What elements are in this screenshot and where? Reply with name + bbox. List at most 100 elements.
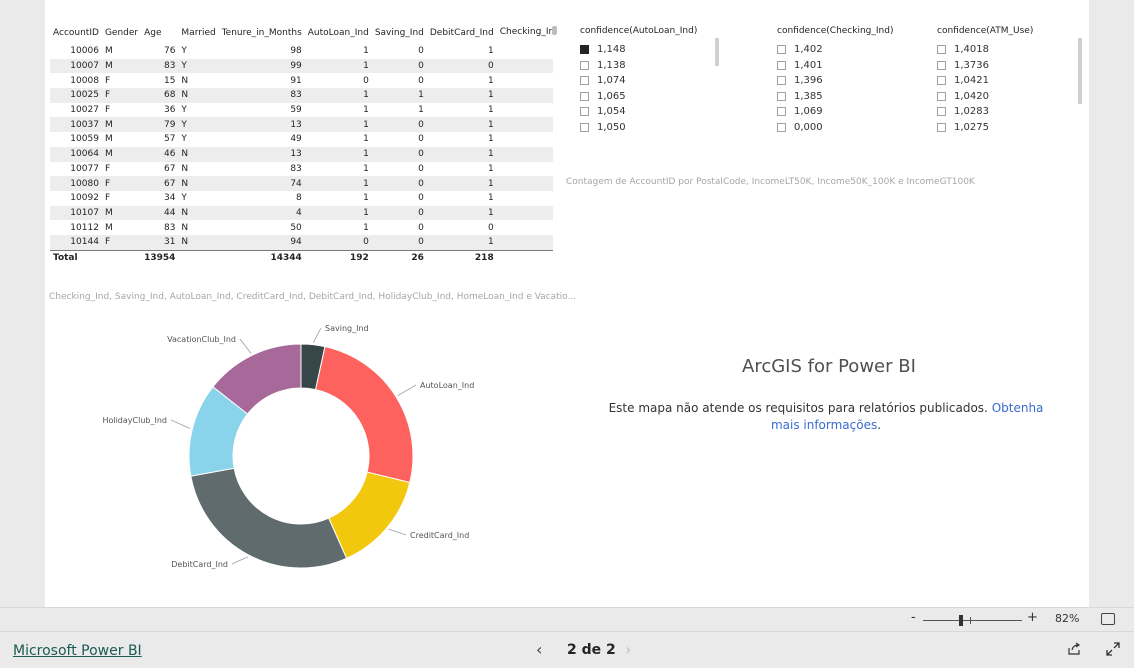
table-cell: 15 (163, 75, 176, 86)
table-cell: 57 (163, 134, 176, 145)
zoom-bar: - + 82% (0, 607, 1134, 632)
accounts-table[interactable]: AccountID Gender Age Married Tenure_in_Month… (50, 22, 553, 262)
slicer-item-label: 0,000 (794, 121, 823, 133)
slicer-autoloan-confidence[interactable]: confidence(AutoLoan_Ind) 1,148 1,138 1,074… (580, 26, 719, 135)
slicer-item[interactable]: 1,054 (580, 104, 697, 120)
slicer-item[interactable]: 1,396 (777, 73, 893, 89)
checkbox[interactable] (777, 45, 786, 55)
column-header[interactable]: Saving_Ind (372, 22, 427, 43)
slicer-scrollbar[interactable] (715, 38, 719, 66)
zoom-slider-thumb[interactable] (959, 615, 963, 626)
table-cell: 1 (304, 58, 372, 74)
checkbox[interactable] (777, 122, 786, 132)
slicer-item[interactable]: 1,0283 (937, 104, 1033, 120)
table-row[interactable]: 10077F67N831010 (50, 162, 553, 177)
column-header[interactable]: Gender (102, 22, 141, 43)
donut-chart[interactable]: Saving_Ind AutoLoan_Ind CreditCard_Ind Debi… (90, 310, 590, 610)
zoom-slider-midmark (970, 617, 971, 624)
donut-slice-debitcard-ind[interactable] (190, 467, 348, 569)
checkbox[interactable] (580, 107, 589, 117)
slicer-atm-confidence[interactable]: confidence(ATM_Use) 1,4018 1,3736 1,0421 1,… (937, 26, 1082, 135)
checkbox[interactable] (580, 122, 589, 132)
column-header[interactable]: DebitCard_Ind (427, 22, 497, 43)
table-cell: 36 (163, 105, 176, 116)
zoom-slider[interactable] (923, 620, 1022, 621)
table-row[interactable]: 10037M79Y131010 (50, 117, 553, 133)
column-header[interactable]: Tenure_in_Months (219, 22, 305, 43)
checkbox[interactable] (777, 76, 786, 86)
power-bi-link[interactable]: Microsoft Power BI (13, 643, 142, 659)
slicer-item[interactable]: 1,0421 (937, 73, 1033, 89)
table-row[interactable]: 10112M83N501000 (50, 220, 553, 235)
zoom-out-button[interactable]: - (911, 610, 916, 625)
slicer-scrollbar[interactable] (1078, 38, 1082, 104)
table-vertical-scrollbar[interactable] (552, 26, 557, 35)
checkbox[interactable] (937, 60, 946, 70)
table-row[interactable]: 10144F31N940010 (50, 234, 553, 251)
slicer-item[interactable]: 1,385 (777, 89, 893, 105)
table-row[interactable]: 10059M57Y491010 (50, 132, 553, 147)
table-cell: 0 (371, 234, 427, 251)
table-row[interactable]: 10008F15N910010 (50, 73, 553, 88)
slicer-item[interactable]: 1,138 (580, 58, 697, 74)
fullscreen-icon[interactable] (1106, 642, 1120, 656)
table-cell: 10080 (50, 176, 102, 191)
slicer-item[interactable]: 1,0420 (937, 89, 1033, 105)
column-header[interactable]: Age (141, 22, 178, 43)
slicer-item[interactable]: 1,401 (777, 58, 893, 74)
donut-leader-line (388, 528, 407, 536)
donut-slice-autoloan-ind[interactable] (314, 346, 414, 484)
checkbox[interactable] (937, 91, 946, 101)
next-page-button[interactable]: › (625, 640, 631, 659)
checkbox[interactable] (937, 76, 946, 86)
slicer-checking-confidence[interactable]: confidence(Checking_Ind) 1,402 1,401 1,396… (777, 26, 893, 134)
table-cell: Y (181, 45, 187, 56)
table-cell: 10006 (70, 45, 99, 56)
table-row[interactable]: 10107M44N41010 (50, 205, 553, 221)
column-header[interactable]: AutoLoan_Ind (305, 22, 372, 43)
slicer-item[interactable]: 1,0275 (937, 120, 1033, 135)
table-row[interactable]: 10092F34Y81010 (50, 191, 553, 206)
table-row[interactable]: 10006M76Y981010 (50, 43, 553, 59)
slicer-item[interactable]: 0,000 (777, 120, 893, 135)
table-cell: 0 (497, 73, 553, 88)
share-icon[interactable] (1067, 642, 1081, 656)
slicer-item[interactable]: 1,074 (580, 73, 697, 89)
table-cell: 0 (497, 220, 553, 235)
slicer-item[interactable]: 1,069 (777, 104, 893, 120)
slicer-item-label: 1,0283 (954, 106, 989, 118)
slicer-item[interactable]: 1,4018 (937, 42, 1033, 58)
table-cell: 4 (218, 205, 305, 221)
table-row[interactable]: 10064M46N131010 (50, 146, 553, 162)
table-row[interactable]: 10007M83Y991000 (50, 58, 553, 74)
checkbox[interactable] (580, 45, 589, 55)
checkbox[interactable] (777, 107, 786, 117)
table-cell: 1 (363, 193, 369, 204)
table-cell: F (104, 105, 111, 116)
table-cell: 1 (487, 45, 494, 56)
checkbox[interactable] (937, 107, 946, 117)
checkbox[interactable] (777, 91, 786, 101)
previous-page-button[interactable]: ‹ (536, 640, 542, 659)
fit-to-page-icon[interactable] (1101, 613, 1115, 625)
slicer-item[interactable]: 1,148 (580, 42, 697, 58)
table-row[interactable]: 10027F36Y591110 (50, 103, 553, 118)
checkbox[interactable] (580, 76, 589, 86)
table-row[interactable]: 10025F68N831110 (50, 88, 553, 103)
slicer-item[interactable]: 1,402 (777, 42, 893, 58)
checkbox[interactable] (580, 91, 589, 101)
slicer-item[interactable]: 1,065 (580, 89, 697, 105)
checkbox[interactable] (937, 45, 946, 55)
table-row[interactable]: 10080F67N741010 (50, 176, 553, 191)
slicer-item[interactable]: 1,3736 (937, 58, 1033, 74)
zoom-in-button[interactable]: + (1027, 610, 1038, 625)
checkbox[interactable] (937, 122, 946, 132)
checkbox[interactable] (777, 60, 786, 70)
column-header[interactable]: Married (178, 22, 218, 43)
table-cell: 1 (418, 105, 424, 116)
slicer-item[interactable]: 1,050 (580, 120, 697, 135)
table-cell: 1 (426, 205, 497, 221)
column-header[interactable]: AccountID (50, 22, 102, 43)
checkbox[interactable] (580, 60, 589, 70)
column-header[interactable]: Checking_Ind (497, 22, 553, 43)
